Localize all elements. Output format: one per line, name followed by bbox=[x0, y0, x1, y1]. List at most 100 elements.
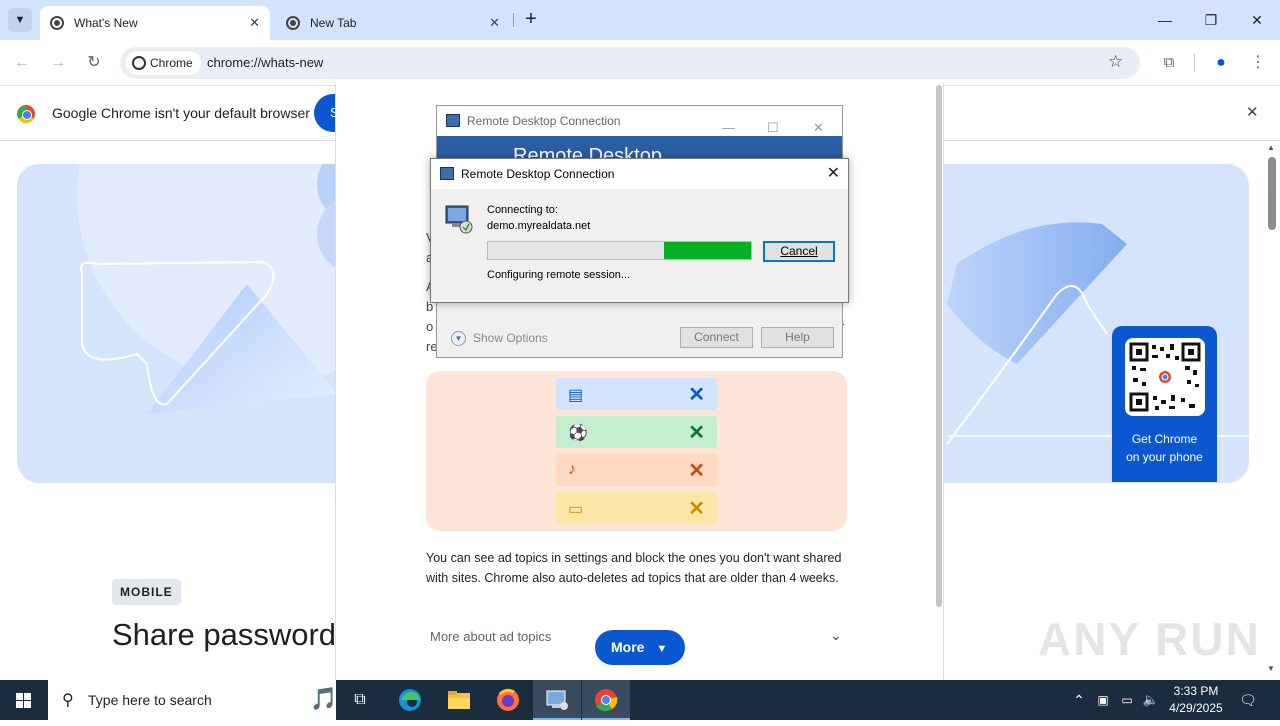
task-view-icon[interactable]: ⧉ bbox=[336, 680, 384, 720]
ad-topics-paragraph: You can see ad topics in settings and bl… bbox=[426, 551, 842, 585]
more-button[interactable]: More ▼ bbox=[595, 630, 685, 665]
start-button[interactable] bbox=[0, 680, 48, 720]
remove-topic-icon: ✕ bbox=[688, 422, 705, 444]
computer-icon bbox=[445, 205, 473, 234]
volume-icon[interactable]: 🔈 bbox=[1140, 680, 1162, 720]
show-options-link[interactable]: Show Options bbox=[473, 331, 548, 345]
infobar-text: Google Chrome isn't your default browser bbox=[52, 105, 310, 121]
cancel-button[interactable]: Cancel bbox=[763, 241, 835, 262]
chevron-down-icon: ▼ bbox=[14, 14, 26, 26]
cancel-label: Cancel bbox=[780, 244, 818, 258]
help-button[interactable]: Help bbox=[761, 327, 834, 348]
qr-code bbox=[1125, 338, 1205, 416]
scroll-down-arrow[interactable]: ▼ bbox=[1267, 664, 1275, 673]
network-icon[interactable]: ▭ bbox=[1116, 680, 1138, 720]
minimize-button[interactable]: — bbox=[1150, 8, 1180, 32]
topic-row-movies: ▭ ✕ bbox=[556, 492, 717, 524]
search-icon: ⚲ bbox=[62, 692, 74, 709]
reload-button[interactable]: ↻ bbox=[83, 52, 105, 74]
qr-caption: Get Chrome on your phone bbox=[1112, 430, 1217, 466]
qr-caption-line2: on your phone bbox=[1126, 450, 1203, 464]
tab-divider bbox=[513, 13, 514, 27]
close-tab-icon[interactable]: ✕ bbox=[489, 15, 500, 31]
rdc-banner: Remote Desktop bbox=[437, 136, 842, 160]
topic-row-calendar: ▤ ✕ bbox=[556, 378, 717, 410]
topic-row-music: ♪ ✕ bbox=[556, 454, 717, 486]
rdc-connecting-dialog: Remote Desktop Connection ✕ Connecting t… bbox=[430, 158, 849, 303]
page-scrollbar[interactable] bbox=[1268, 157, 1276, 230]
browser-toolbar: ← → ↻ Chrome chrome://whats-new ☆ ⧉ ● ⋮ bbox=[0, 40, 1280, 86]
edge-icon[interactable] bbox=[386, 680, 434, 720]
qr-caption-line1: Get Chrome bbox=[1131, 432, 1198, 446]
soccer-icon: ⚽ bbox=[568, 425, 588, 442]
remove-topic-icon: ✕ bbox=[688, 498, 705, 520]
modal-scrollbar[interactable] bbox=[936, 85, 942, 607]
tab-search-button[interactable]: ▼ bbox=[8, 8, 32, 32]
connection-progress-bar bbox=[487, 241, 752, 260]
chrome-icon[interactable] bbox=[582, 680, 630, 720]
chevron-up-icon[interactable]: ⌃ bbox=[1068, 680, 1090, 720]
truncated-text: o bbox=[426, 319, 434, 334]
firefox-icon[interactable] bbox=[484, 680, 532, 720]
chevron-down-icon[interactable]: ⌄ bbox=[830, 627, 842, 644]
topic-row-sports: ⚽ ✕ bbox=[556, 416, 717, 448]
windows-logo-icon bbox=[16, 693, 31, 708]
new-tab-button[interactable]: + bbox=[520, 8, 542, 32]
device-icon[interactable]: ▣ bbox=[1092, 680, 1114, 720]
chrome-icon bbox=[132, 56, 146, 70]
profile-icon[interactable]: ● bbox=[1210, 52, 1232, 74]
close-tab-icon[interactable]: ✕ bbox=[249, 15, 260, 31]
rdc-main-title: Remote Desktop Connection bbox=[467, 114, 621, 128]
share-passwords-title: Share password bbox=[112, 617, 336, 652]
forward-button[interactable]: → bbox=[47, 52, 69, 74]
chrome-favicon-icon bbox=[286, 16, 300, 30]
tab-new-tab[interactable]: New Tab ✕ bbox=[276, 6, 510, 40]
reload-icon: ↻ bbox=[87, 54, 101, 71]
chevron-down-icon[interactable]: ▼ bbox=[451, 331, 466, 346]
menu-icon[interactable]: ⋮ bbox=[1247, 52, 1269, 74]
address-bar[interactable]: Chrome chrome://whats-new ☆ bbox=[120, 47, 1140, 79]
calendar-icon: ▤ bbox=[568, 387, 584, 404]
arrow-right-icon: → bbox=[50, 54, 66, 71]
more-about-ad-topics-link[interactable]: More about ad topics bbox=[430, 629, 551, 644]
mobile-badge: MOBILE bbox=[112, 579, 181, 605]
progress-fill bbox=[664, 242, 751, 259]
windows-taskbar: ⚲ Type here to search 🎵 ⧉ ⌃ ▣ ▭ 🔈 3:33 P… bbox=[0, 680, 1280, 720]
qr-code-image bbox=[1129, 342, 1201, 412]
rdc-app-icon bbox=[440, 167, 454, 180]
taskbar-search-box[interactable]: ⚲ Type here to search 🎵 bbox=[48, 680, 338, 720]
host-name: demo.myrealdata.net bbox=[487, 220, 591, 232]
close-window-button[interactable]: ✕ bbox=[1242, 8, 1272, 32]
remote-desktop-icon[interactable] bbox=[533, 680, 581, 720]
rdc-dialog-title: Remote Desktop Connection bbox=[461, 167, 615, 181]
search-highlight-icon: 🎵 bbox=[310, 686, 338, 711]
get-chrome-qr-card[interactable]: Get Chrome on your phone bbox=[1112, 326, 1217, 482]
status-text: Configuring remote session... bbox=[487, 269, 631, 281]
file-explorer-icon[interactable] bbox=[435, 680, 483, 720]
connect-button[interactable]: Connect bbox=[680, 327, 753, 348]
site-info-chip[interactable]: Chrome bbox=[126, 51, 201, 75]
tab-whats-new[interactable]: What's New ✕ bbox=[40, 6, 270, 40]
notifications-icon[interactable]: 🗨 bbox=[1236, 680, 1260, 720]
back-button[interactable]: ← bbox=[11, 52, 33, 74]
clock-time: 3:33 PM bbox=[1173, 684, 1219, 698]
star-icon[interactable]: ☆ bbox=[1108, 52, 1123, 72]
tab-label: What's New bbox=[74, 16, 138, 30]
music-icon: ♪ bbox=[568, 461, 576, 478]
remove-topic-icon: ✕ bbox=[688, 460, 705, 482]
restore-button[interactable]: ❐ bbox=[1196, 8, 1226, 32]
chip-label: Chrome bbox=[150, 56, 193, 70]
rdc-main-titlebar: Remote Desktop Connection — ☐ ✕ bbox=[437, 106, 842, 136]
close-icon[interactable]: ✕ bbox=[827, 159, 840, 189]
infobar-close-button[interactable]: ✕ bbox=[1246, 103, 1259, 121]
scroll-up-arrow[interactable]: ▲ bbox=[1267, 143, 1275, 152]
system-clock[interactable]: 3:33 PM 4/29/2025 bbox=[1163, 683, 1229, 717]
rdc-dialog-titlebar: Remote Desktop Connection ✕ bbox=[431, 159, 848, 189]
url-text[interactable]: chrome://whats-new bbox=[207, 47, 323, 79]
chrome-logo-icon bbox=[17, 105, 35, 123]
chevron-down-icon: ▼ bbox=[656, 643, 668, 655]
chrome-favicon-icon bbox=[50, 16, 64, 30]
clock-date: 4/29/2025 bbox=[1169, 701, 1223, 715]
remove-topic-icon: ✕ bbox=[688, 384, 705, 406]
extensions-icon[interactable]: ⧉ bbox=[1158, 52, 1180, 74]
